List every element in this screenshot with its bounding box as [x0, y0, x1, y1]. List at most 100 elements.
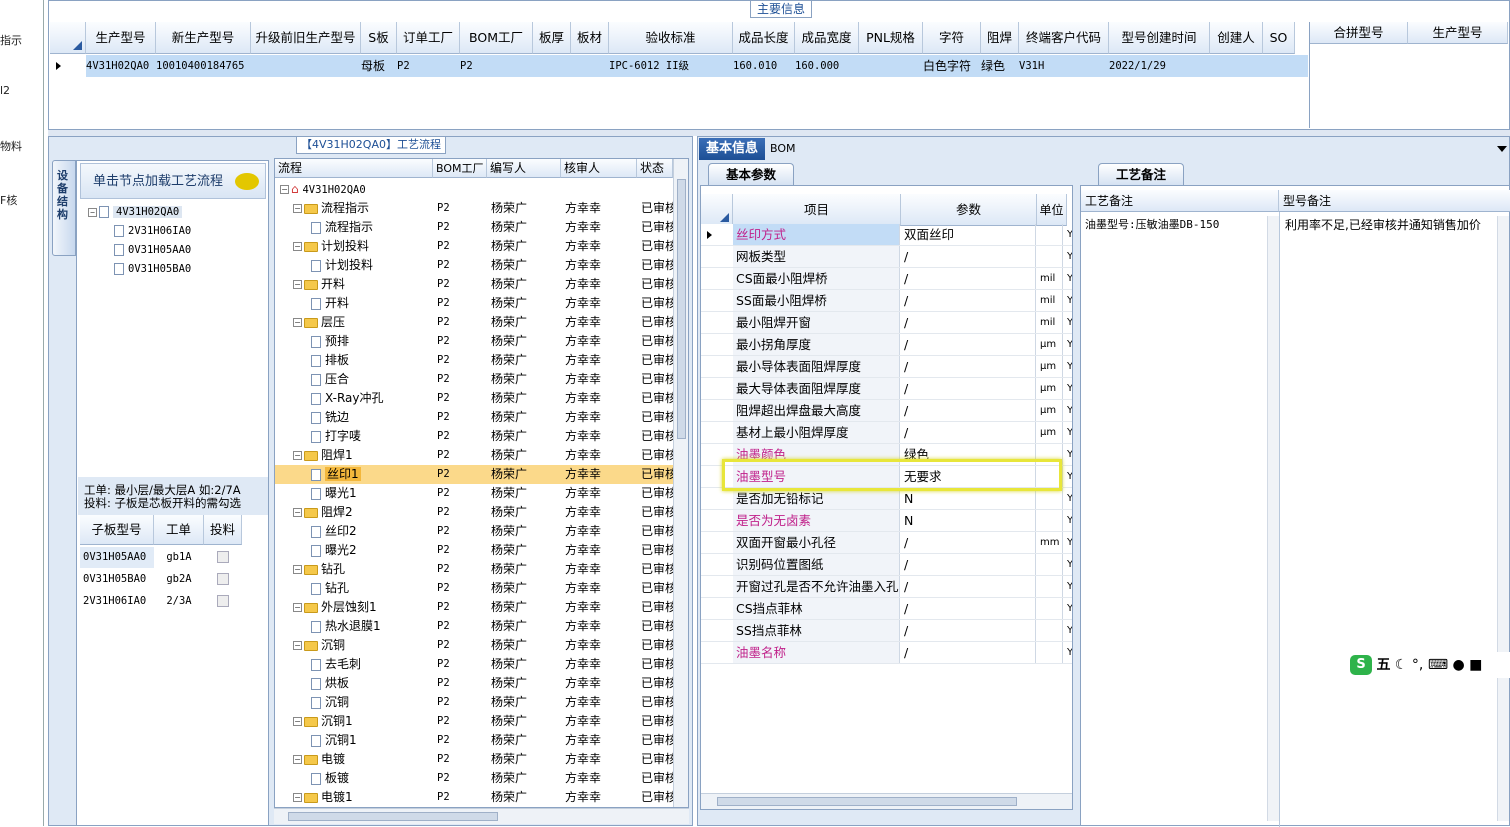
- param-value[interactable]: /: [901, 334, 1036, 355]
- col-header[interactable]: PNL规格: [859, 22, 923, 54]
- collapse-icon[interactable]: −: [293, 280, 302, 289]
- user-icon[interactable]: ●: [1453, 657, 1465, 673]
- param-row[interactable]: 是否加无铅标记 N Y: [701, 488, 1072, 510]
- col-header[interactable]: S板: [361, 22, 397, 54]
- row-indicator[interactable]: [701, 488, 733, 509]
- param-value[interactable]: /: [901, 246, 1036, 267]
- col-header[interactable]: 工艺备注: [1081, 190, 1279, 212]
- tab-equipment-structure[interactable]: 设备结构: [52, 160, 76, 256]
- col-header[interactable]: 单位: [1037, 194, 1067, 226]
- collapse-icon[interactable]: −: [293, 641, 302, 650]
- row-indicator[interactable]: [701, 356, 733, 377]
- tree-step-node[interactable]: 压合 P2 杨荣广 方幸幸 已审核: [275, 370, 673, 389]
- tree-step-node[interactable]: 沉铜1 P2 杨荣广 方幸幸 已审核: [275, 731, 673, 750]
- col-header[interactable]: 参数: [901, 194, 1037, 226]
- cell-customer-code[interactable]: V31H: [1019, 55, 1109, 77]
- tab-basic-info[interactable]: 基本信息: [699, 138, 765, 160]
- grid-icon[interactable]: ■: [1469, 657, 1482, 673]
- collapse-icon[interactable]: −: [280, 185, 289, 194]
- cell-bom-factory[interactable]: P2: [460, 55, 533, 77]
- cell-width[interactable]: 160.000: [795, 55, 859, 77]
- tree-folder-node[interactable]: − 电镀1 P2 杨荣广 方幸幸 已审核: [275, 788, 673, 807]
- collapse-icon[interactable]: −: [293, 204, 302, 213]
- tree-step-node[interactable]: 预排 P2 杨荣广 方幸幸 已审核: [275, 332, 673, 351]
- col-header[interactable]: 状态: [637, 159, 673, 178]
- col-header[interactable]: 新生产型号: [156, 22, 251, 54]
- col-header[interactable]: 子板型号: [80, 515, 154, 545]
- tab-process-notes[interactable]: 工艺备注: [1098, 163, 1184, 185]
- sub-cell[interactable]: 2/3A: [154, 591, 204, 612]
- cell-char[interactable]: 白色字符: [923, 55, 981, 77]
- col-header[interactable]: BOM工厂: [433, 159, 487, 178]
- tree-step-node[interactable]: 丝印1 P2 杨荣广 方幸幸 已审核: [275, 465, 673, 484]
- collapse-icon[interactable]: −: [293, 717, 302, 726]
- tree-step-node[interactable]: 计划投料 P2 杨荣广 方幸幸 已审核: [275, 256, 673, 275]
- row-indicator[interactable]: [701, 290, 733, 311]
- sub-cell[interactable]: 0V31H05BA0: [80, 569, 154, 590]
- collapse-icon[interactable]: −: [293, 508, 302, 517]
- tree-step-node[interactable]: 铣边 P2 杨荣广 方幸幸 已审核: [275, 408, 673, 427]
- moon-icon[interactable]: ☾: [1395, 657, 1408, 673]
- tree-step-node[interactable]: 曝光1 P2 杨荣广 方幸幸 已审核: [275, 484, 673, 503]
- cell-thickness[interactable]: [533, 55, 571, 77]
- cell-created[interactable]: 2022/1/29: [1109, 55, 1210, 77]
- cell-order-factory[interactable]: P2: [397, 55, 460, 77]
- tab-basic-params[interactable]: 基本参数: [708, 163, 794, 185]
- param-value[interactable]: /: [901, 268, 1036, 289]
- row-indicator[interactable]: [701, 532, 733, 553]
- left-nav-item[interactable]: 物料: [0, 138, 22, 154]
- row-indicator[interactable]: [701, 224, 733, 245]
- tree-step-node[interactable]: 曝光2 P2 杨荣广 方幸幸 已审核: [275, 541, 673, 560]
- params-hscroll[interactable]: [701, 793, 1072, 809]
- col-header[interactable]: 板材: [571, 22, 609, 54]
- row-indicator[interactable]: [701, 510, 733, 531]
- tree-folder-node[interactable]: − 阻焊2 P2 杨荣广 方幸幸 已审核: [275, 503, 673, 522]
- col-header[interactable]: 板厚: [533, 22, 571, 54]
- structure-node[interactable]: 2V31H06IA0: [88, 222, 191, 241]
- col-header[interactable]: 工单: [154, 515, 204, 545]
- tree-folder-node[interactable]: − 层压 P2 杨荣广 方幸幸 已审核: [275, 313, 673, 332]
- param-row[interactable]: 是否为无卤素 N Y: [701, 510, 1072, 532]
- col-header[interactable]: 合拼型号: [1310, 22, 1408, 44]
- col-header[interactable]: 成品宽度: [795, 22, 859, 54]
- col-header[interactable]: 升级前旧生产型号: [251, 22, 361, 54]
- param-value[interactable]: /: [901, 598, 1036, 619]
- row-indicator[interactable]: [701, 334, 733, 355]
- tree-step-node[interactable]: 热水退膜1 P2 杨荣广 方幸幸 已审核: [275, 617, 673, 636]
- row-indicator[interactable]: [701, 554, 733, 575]
- row-indicator[interactable]: [701, 598, 733, 619]
- structure-node[interactable]: 0V31H05BA0: [88, 260, 191, 279]
- ime-toolbar[interactable]: S 五 ☾ °, ⌨ ● ■: [1350, 652, 1510, 678]
- cell-new-model[interactable]: 10010400184765: [156, 55, 251, 77]
- cell-length[interactable]: 160.010: [733, 55, 795, 77]
- param-value[interactable]: N: [901, 488, 1036, 509]
- chevron-down-icon[interactable]: [1497, 146, 1507, 152]
- param-row[interactable]: 网板类型 / Y: [701, 246, 1072, 268]
- model-note[interactable]: 利用率不足,已经审核并通知销售加价: [1285, 216, 1481, 233]
- row-indicator[interactable]: [50, 55, 86, 77]
- collapse-icon[interactable]: −: [293, 565, 302, 574]
- param-row[interactable]: SS挡点菲林 / Y: [701, 620, 1072, 642]
- tree-vscroll[interactable]: [673, 159, 688, 807]
- collapse-icon[interactable]: −: [293, 755, 302, 764]
- param-row[interactable]: 最大导体表面阻焊厚度 / μm Y: [701, 378, 1072, 400]
- col-header[interactable]: 生产型号: [86, 22, 156, 54]
- cell-creator[interactable]: [1210, 55, 1263, 77]
- param-value[interactable]: /: [901, 532, 1036, 553]
- param-row[interactable]: 油墨名称 / Y: [701, 642, 1072, 664]
- param-value[interactable]: /: [901, 400, 1036, 421]
- col-header[interactable]: 字符: [923, 22, 981, 54]
- param-value[interactable]: /: [901, 356, 1036, 377]
- param-value[interactable]: /: [901, 554, 1036, 575]
- checkbox[interactable]: [217, 551, 229, 563]
- col-header[interactable]: 型号备注: [1279, 190, 1510, 212]
- tree-folder-node[interactable]: − 沉铜1 P2 杨荣广 方幸幸 已审核: [275, 712, 673, 731]
- param-value[interactable]: /: [901, 378, 1036, 399]
- cell-material[interactable]: [571, 55, 609, 77]
- param-value[interactable]: 双面丝印: [901, 224, 1036, 245]
- keyboard-icon[interactable]: ⌨: [1428, 657, 1448, 673]
- param-value[interactable]: /: [901, 312, 1036, 333]
- col-header[interactable]: 流程: [275, 159, 433, 178]
- row-indicator[interactable]: [701, 268, 733, 289]
- param-row[interactable]: 最小阻焊开窗 / mil Y: [701, 312, 1072, 334]
